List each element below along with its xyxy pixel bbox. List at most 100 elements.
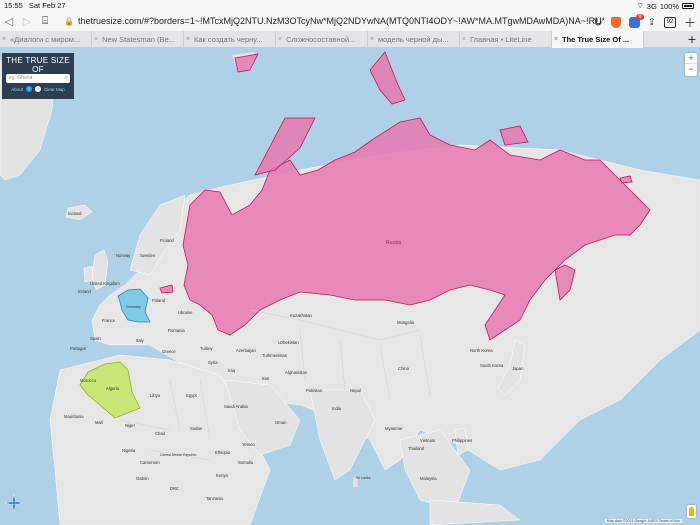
label-somalia: Somalia: [238, 460, 254, 465]
label-pakistan: Pakistan: [306, 388, 323, 393]
tab-1[interactable]: × New Statesman (Be...: [92, 31, 184, 48]
label-kazakhstan: Kazakhstan: [290, 313, 312, 318]
label-azer: Azerbaijan: [236, 348, 256, 353]
label-mauritania: Mauritania: [64, 414, 84, 419]
label-vietnam: Vietnam: [420, 438, 436, 443]
label-norway: Norway: [116, 253, 131, 258]
world-map[interactable]: Russia Germany Algeria Kazakhstan Mongol…: [0, 48, 700, 525]
label-turkmen: Turkmenistan: [262, 353, 288, 358]
ios-status-bar: 15:55 Sat Feb 27 ⌔ 3G 100%: [0, 0, 700, 11]
tab-close-icon[interactable]: ×: [370, 31, 374, 48]
search-icon[interactable]: ⌕: [65, 74, 68, 83]
about-link[interactable]: About: [11, 87, 23, 92]
label-nkorea: North Korea: [470, 348, 493, 353]
map-attribution: Map data ©2021 Google, INEGI Terms of Us…: [604, 519, 682, 523]
facebook-icon[interactable]: f: [35, 86, 41, 92]
highlight-russia-franz: [369, 51, 406, 105]
label-sri: Sri Lanka: [356, 476, 371, 480]
forward-icon[interactable]: ▷: [18, 15, 36, 28]
label-iceland: Iceland: [68, 211, 82, 216]
new-tab-button[interactable]: +: [684, 31, 700, 47]
tab-4[interactable]: × модель черной ды...: [368, 31, 460, 48]
label-myanmar: Myanmar: [385, 426, 403, 431]
label-turkey: Turkey: [200, 346, 213, 351]
bookmarks-icon[interactable]: ⌸: [36, 15, 54, 28]
label-egypt: Egypt: [186, 393, 197, 398]
label-germany: Germany: [126, 305, 141, 309]
tab-3[interactable]: × Сложносоставной...: [276, 31, 368, 48]
street-view-pegman-icon[interactable]: [687, 505, 696, 518]
label-spain: Spain: [90, 336, 101, 341]
search-placeholder: eg. Ghana: [9, 75, 33, 81]
address-bar[interactable]: 🔒 thetruesize.com/#?borders=1~!MTcxMjQ2N…: [64, 15, 604, 27]
label-niger: Niger: [125, 423, 136, 428]
label-algeria: Algeria: [106, 386, 120, 391]
label-ukraine: Ukraine: [178, 310, 193, 315]
label-morocco: Morocco: [80, 378, 97, 383]
label-greece: Greece: [162, 349, 176, 354]
label-mongolia: Mongolia: [397, 320, 414, 325]
label-ethiopia: Ethiopia: [215, 450, 231, 455]
label-oman: Oman: [275, 420, 287, 425]
battery-label: 100%: [659, 1, 679, 11]
brave-shield-icon[interactable]: [610, 17, 621, 28]
back-icon[interactable]: ◁: [0, 15, 18, 28]
label-portugal: Portugal: [70, 346, 86, 351]
label-france: France: [102, 318, 116, 323]
status-date: Sat Feb 27: [28, 1, 66, 10]
share-icon[interactable]: ⇪: [648, 17, 656, 28]
country-search-input[interactable]: eg. Ghana ⌕: [6, 74, 70, 83]
tab-close-icon[interactable]: ×: [554, 31, 558, 48]
compass-icon: [4, 493, 24, 513]
label-mali: Mali: [95, 420, 103, 425]
label-poland: Poland: [152, 298, 166, 303]
battery-icon: [682, 3, 694, 9]
label-philippines: Philippines: [452, 438, 473, 443]
wifi-icon: ⌔: [636, 1, 644, 10]
reload-icon[interactable]: ↻: [593, 16, 602, 29]
tab-strip: × «Диалоги с миром... × New Statesman (Be.…: [0, 31, 700, 48]
twitter-icon[interactable]: t: [26, 86, 32, 92]
tab-0[interactable]: × «Диалоги с миром...: [0, 31, 92, 48]
label-uk: United Kingdom: [90, 281, 120, 286]
land-ireland: [83, 265, 94, 283]
label-tanzania: Tanzania: [206, 496, 223, 501]
label-japan: Japan: [512, 366, 524, 371]
label-nepal: Nepal: [350, 388, 361, 393]
label-romania: Romania: [168, 328, 185, 333]
label-saudi: Saudi Arabia: [224, 404, 248, 409]
label-skorea: South Korea: [480, 363, 504, 368]
vpn-icon[interactable]: [628, 14, 644, 28]
label-finland: Finland: [160, 238, 174, 243]
browser-toolbar: ◁ ▷ ⌸ 🔒 thetruesize.com/#?borders=1~!MTc…: [0, 11, 700, 31]
label-ireland: Ireland: [78, 289, 91, 294]
url-text: thetruesize.com/#?borders=1~!MTcxMjQ2NTU…: [77, 16, 604, 26]
label-chad: Chad: [155, 431, 166, 436]
tab-close-icon[interactable]: ×: [2, 31, 6, 48]
label-iraq: Iraq: [228, 368, 236, 373]
label-sweden: Sweden: [140, 253, 156, 258]
tab-close-icon[interactable]: ×: [462, 31, 466, 48]
tab-5[interactable]: × Главная • LiteLine: [460, 31, 552, 48]
label-russia: Russia: [386, 240, 402, 246]
tab-2[interactable]: × Как создать черну...: [184, 31, 276, 48]
tab-close-icon[interactable]: ×: [278, 31, 282, 48]
tab-close-icon[interactable]: ×: [94, 31, 98, 48]
signal-label: 3G: [646, 1, 657, 11]
new-window-icon[interactable]: ＋: [684, 14, 696, 31]
tab-close-icon[interactable]: ×: [186, 31, 190, 48]
label-car: Central African Republic: [160, 453, 197, 457]
zoom-in-button[interactable]: +: [685, 53, 697, 64]
clear-map-link[interactable]: Clear Map: [44, 87, 65, 92]
highlight-russia-nsib: [499, 125, 529, 146]
label-china: China: [398, 366, 409, 371]
zoom-out-button[interactable]: −: [685, 64, 697, 75]
label-sudan: Sudan: [190, 426, 203, 431]
land-india: [309, 389, 376, 481]
label-uzbek: Uzbekistan: [278, 340, 299, 345]
label-thailand: Thailand: [408, 446, 425, 451]
label-malaysia: Malaysia: [420, 476, 437, 481]
panel-links: About t f Clear Map: [6, 86, 70, 92]
tab-6-active[interactable]: × The True Size Of ...: [552, 31, 644, 48]
tab-count-button[interactable]: 92: [663, 17, 676, 28]
